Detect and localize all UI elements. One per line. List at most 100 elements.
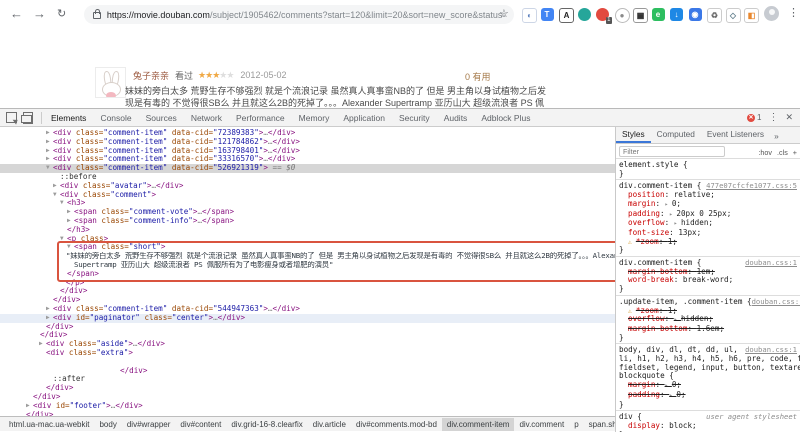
styles-toggle-[interactable]: +: [793, 148, 797, 157]
devtools-tab-memory[interactable]: Memory: [292, 110, 337, 126]
styles-tab-computed[interactable]: Computed: [651, 127, 701, 143]
device-toolbar-icon[interactable]: [21, 111, 33, 124]
dom-tree-row[interactable]: <div class="extra">: [0, 349, 615, 358]
breadcrumb-item[interactable]: div#wrapper: [122, 418, 176, 431]
stylesheet-link[interactable]: douban.css:1: [745, 258, 797, 268]
user-avatar[interactable]: [95, 67, 126, 98]
devtools-tab-sources[interactable]: Sources: [139, 110, 184, 126]
dom-tree-row[interactable]: ▶ <div id="paginator" class="center">…</d…: [0, 313, 615, 323]
dom-tree-row[interactable]: ::before: [0, 173, 615, 182]
browser-menu-icon[interactable]: ⋮: [788, 6, 799, 19]
dom-tree-row[interactable]: </div>: [0, 384, 615, 393]
style-rule[interactable]: div.comment-item {477e07cfcfe1077.css:5 p…: [616, 180, 800, 258]
styles-toggle-cls[interactable]: .cls: [777, 148, 788, 157]
extension-moon-circle[interactable]: ◐: [522, 8, 537, 23]
devtools-tab-security[interactable]: Security: [392, 110, 437, 126]
dom-tree-row[interactable]: </span>: [0, 270, 615, 279]
dom-tree-row[interactable]: </div>: [0, 393, 615, 402]
breadcrumb-item[interactable]: div.article: [308, 418, 351, 431]
expand-arrow-closed[interactable]: ▶: [46, 147, 53, 156]
devtools-close-icon[interactable]: ✕: [785, 112, 793, 123]
style-rule[interactable]: div {user agent stylesheet display: block…: [616, 411, 800, 432]
dom-tree-row[interactable]: </div>: [0, 287, 615, 296]
devtools-tab-adblock-plus[interactable]: Adblock Plus: [474, 110, 537, 126]
extension-evernote[interactable]: e: [651, 8, 665, 21]
breadcrumb-item[interactable]: div.grid-16-8.clearfix: [226, 418, 307, 431]
reload-button[interactable]: ↻: [57, 6, 66, 22]
stylesheet-link[interactable]: douban.css:1: [752, 297, 800, 307]
style-rule[interactable]: body, div, dl, dt, dd, ul, douban.css:1 li…: [616, 344, 800, 412]
dom-tree-row[interactable]: ▶ <div class="comment-item" data-cid="723…: [0, 129, 615, 138]
styles-tabs-overflow-icon[interactable]: »: [770, 129, 783, 143]
breadcrumb-item[interactable]: div#content: [175, 418, 226, 431]
dom-tree-row[interactable]: ▼ <p class>: [0, 235, 615, 244]
extension-recycle[interactable]: ♻: [707, 8, 722, 23]
devtools-tab-console[interactable]: Console: [93, 110, 138, 126]
expand-arrow-open[interactable]: ▼: [46, 164, 53, 173]
css-property[interactable]: ⚠ *zoom: 1;: [619, 237, 797, 247]
dom-tree-row[interactable]: ▼ <span class="short">: [0, 243, 615, 252]
url-bar[interactable]: https://movie.douban.com/subject/1905462…: [84, 5, 514, 24]
extension-translate[interactable]: T: [540, 8, 554, 21]
comment-username-link[interactable]: 兔子亲亲: [133, 69, 169, 82]
dom-tree-row[interactable]: ▼ <div class="comment">: [0, 191, 615, 200]
extension-a-box[interactable]: A: [559, 8, 574, 23]
breadcrumb-item[interactable]: div.comment: [514, 418, 569, 431]
css-property[interactable]: word-break: break-word;: [619, 276, 797, 285]
expand-arrow-closed[interactable]: ▶: [67, 208, 74, 217]
expand-arrow-closed[interactable]: ▶: [46, 155, 53, 164]
devtools-menu-icon[interactable]: ⋮: [768, 112, 778, 123]
style-rule[interactable]: element.style {}: [616, 159, 800, 181]
expand-arrow-closed[interactable]: ▶: [46, 129, 53, 138]
expand-arrow-closed[interactable]: ▶: [53, 182, 60, 191]
devtools-tab-audits[interactable]: Audits: [437, 110, 475, 126]
dom-tree-row[interactable]: ::after: [0, 375, 615, 384]
dom-tree-row[interactable]: ▶ <div class="avatar">…</div>: [0, 182, 615, 191]
inspect-element-icon[interactable]: [6, 112, 17, 123]
dom-tree-row[interactable]: Supertramp 亚历山大 超级流浪者 PS 佩服所有为了电影瘦身或者增肥的…: [0, 261, 615, 270]
styles-tab-event-listeners[interactable]: Event Listeners: [701, 127, 770, 143]
breadcrumb-item[interactable]: body: [94, 418, 121, 431]
breadcrumb-item[interactable]: html.ua-mac.ua-webkit: [4, 418, 94, 431]
dom-tree-row[interactable]: ▼ <div class="comment-item" data-cid="526…: [0, 164, 615, 173]
forward-button[interactable]: →: [33, 6, 46, 22]
devtools-tab-performance[interactable]: Performance: [229, 110, 292, 126]
dom-tree-row[interactable]: ▶ <span class="comment-vote">…</span>: [0, 208, 615, 217]
expand-arrow-open[interactable]: ▼: [67, 243, 74, 252]
dom-tree-row[interactable]: ▶ <span class="comment-info">…</span>: [0, 217, 615, 226]
dom-tree-row[interactable]: ▶ <div class="comment-item" data-cid="121…: [0, 138, 615, 147]
breadcrumb-item[interactable]: div.comment-item: [441, 417, 515, 431]
useful-count[interactable]: 0 有用: [465, 70, 491, 83]
css-property[interactable]: margin-bottom: 1.6em;: [619, 324, 797, 334]
expand-arrow-closed[interactable]: ▶: [67, 217, 74, 226]
style-rule[interactable]: div.comment-item {douban.css:1 margin-bot…: [616, 257, 800, 296]
extension-pin[interactable]: ●: [614, 8, 630, 23]
extension-shield[interactable]: ◇: [725, 8, 741, 23]
styles-filter-input[interactable]: [619, 145, 725, 157]
stylesheet-link[interactable]: user agent stylesheet: [706, 413, 797, 422]
browser-profile-avatar[interactable]: [764, 6, 779, 21]
breadcrumb-item[interactable]: span.short: [584, 418, 615, 431]
error-badge[interactable]: ✕ 1: [747, 113, 761, 122]
expand-arrow-closed[interactable]: ▶: [46, 305, 53, 314]
dom-tree-row[interactable]: ▶ <div class="comment-item" data-cid="544…: [0, 305, 615, 314]
extension-red-circle[interactable]: 1: [596, 8, 612, 24]
expand-arrow-closed[interactable]: ▶: [39, 340, 46, 349]
dom-tree-row[interactable]: </div>: [0, 323, 615, 332]
dom-tree-row[interactable]: ▶ <div class="comment-item" data-cid="333…: [0, 155, 615, 164]
css-property[interactable]: padding: ▸ 0;: [619, 390, 797, 401]
expand-arrow-open[interactable]: ▼: [60, 199, 67, 208]
extension-orange-folder[interactable]: ◧: [744, 8, 759, 23]
css-property[interactable]: display: block;: [619, 421, 797, 431]
dom-tree-row[interactable]: "妹妹的旁白太多 荒野生存不够强烈 就是个流浪记录 虽然真人真事蛮NB的了 但是…: [0, 252, 615, 261]
style-rule[interactable]: .update-item, .comment-item {douban.css:…: [616, 296, 800, 345]
expand-arrow-closed[interactable]: ▶: [26, 402, 33, 411]
devtools-tab-network[interactable]: Network: [184, 110, 229, 126]
extension-downloader[interactable]: ↓: [670, 8, 683, 21]
breadcrumb-item[interactable]: div#comments.mod-bd: [351, 418, 442, 431]
devtools-tab-elements[interactable]: Elements: [44, 110, 93, 126]
dom-tree-row[interactable]: </div>: [0, 296, 615, 305]
devtools-tab-application[interactable]: Application: [336, 110, 392, 126]
styles-toggle-hov[interactable]: :hov: [758, 148, 772, 157]
expand-arrow-open[interactable]: ▼: [53, 191, 60, 200]
